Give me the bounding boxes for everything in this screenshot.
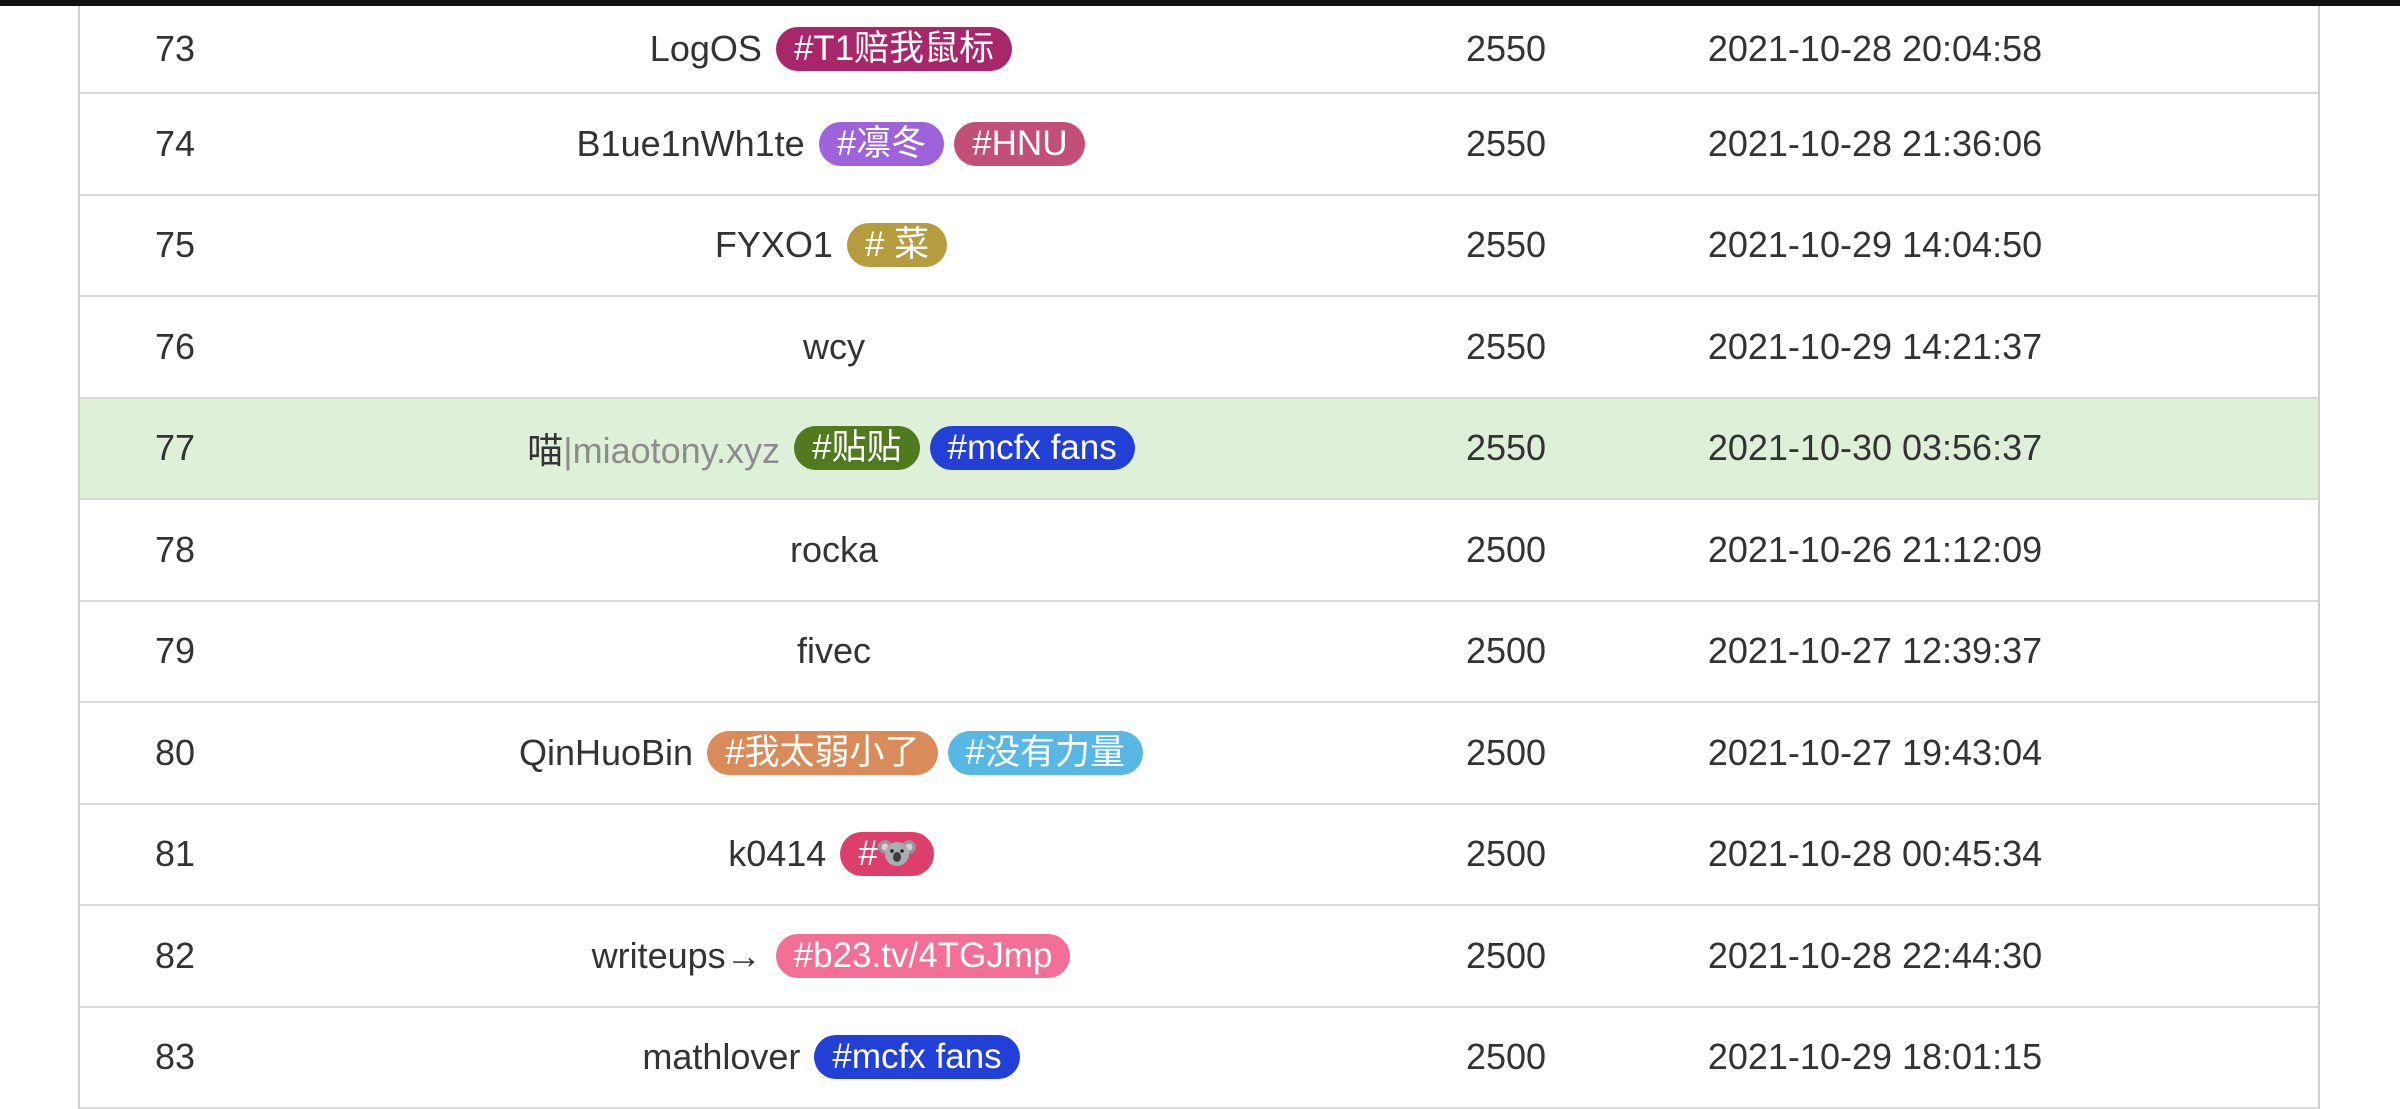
- scoreboard-table: 73 LogOS #T1赔我鼠标 2550 2021-10-28 20:04:5…: [78, 6, 2320, 1109]
- score-cell: 2500: [1398, 630, 1614, 672]
- time-cell: 2021-10-28 22:44:30: [1614, 935, 2136, 977]
- time-cell: 2021-10-26 21:12:09: [1614, 529, 2136, 571]
- time-cell: 2021-10-29 18:01:15: [1614, 1036, 2136, 1078]
- rank-cell: 73: [80, 28, 270, 70]
- rank-cell: 83: [80, 1036, 270, 1078]
- score-cell: 2550: [1398, 427, 1614, 469]
- team-cell: rocka: [270, 529, 1398, 571]
- team-cell: mathlover #mcfx fans: [270, 1035, 1398, 1079]
- time-cell: 2021-10-30 03:56:37: [1614, 427, 2136, 469]
- time-cell: 2021-10-29 14:21:37: [1614, 326, 2136, 368]
- rank-cell: 75: [80, 224, 270, 266]
- table-row: 83 mathlover #mcfx fans 2500 2021-10-29 …: [80, 1008, 2318, 1109]
- table-row: 81 k0414 # 2500 2021-10-28 00:45:34: [80, 805, 2318, 907]
- table-row: 75 FYXO1 # 菜 2550 2021-10-29 14:04:50: [80, 196, 2318, 298]
- team-tag: #没有力量: [948, 731, 1143, 775]
- team-tag: #我太弱小了: [707, 731, 937, 775]
- score-cell: 2500: [1398, 935, 1614, 977]
- team-tag: #T1赔我鼠标: [776, 27, 1012, 71]
- rank-cell: 80: [80, 732, 270, 774]
- time-cell: 2021-10-28 00:45:34: [1614, 833, 2136, 875]
- time-cell: 2021-10-27 12:39:37: [1614, 630, 2136, 672]
- team-cell: B1ue1nWh1te #凛冬 #HNU: [270, 122, 1398, 166]
- team-cell: FYXO1 # 菜: [270, 223, 1398, 267]
- score-cell: 2550: [1398, 224, 1614, 266]
- team-tag: #HNU: [954, 122, 1085, 166]
- team-tag: # 菜: [847, 223, 947, 267]
- score-cell: 2550: [1398, 28, 1614, 70]
- team-name-link[interactable]: FYXO1: [715, 224, 833, 266]
- score-cell: 2500: [1398, 833, 1614, 875]
- team-name-link[interactable]: 喵|miaotony.xyz: [527, 422, 780, 474]
- time-cell: 2021-10-29 14:04:50: [1614, 224, 2136, 266]
- table-row: 80 QinHuoBin #我太弱小了 #没有力量 2500 2021-10-2…: [80, 703, 2318, 805]
- team-tag-text: #: [858, 834, 877, 873]
- rank-cell: 77: [80, 427, 270, 469]
- score-cell: 2500: [1398, 732, 1614, 774]
- score-cell: 2500: [1398, 529, 1614, 571]
- table-row: 79 fivec 2500 2021-10-27 12:39:37: [80, 602, 2318, 704]
- time-cell: 2021-10-28 21:36:06: [1614, 123, 2136, 165]
- table-row: 82 writeups→ #b23.tv/4TGJmp 2500 2021-10…: [80, 906, 2318, 1008]
- team-tag: #mcfx fans: [930, 426, 1135, 470]
- team-name-suffix: |miaotony.xyz: [563, 430, 780, 471]
- team-name-link[interactable]: fivec: [797, 630, 871, 672]
- score-cell: 2550: [1398, 123, 1614, 165]
- score-cell: 2500: [1398, 1036, 1614, 1078]
- team-name-link[interactable]: mathlover: [642, 1036, 800, 1078]
- team-name-link[interactable]: QinHuoBin: [519, 732, 693, 774]
- team-cell: wcy: [270, 326, 1398, 368]
- table-row: 74 B1ue1nWh1te #凛冬 #HNU 2550 2021-10-28 …: [80, 94, 2318, 196]
- rank-cell: 78: [80, 529, 270, 571]
- team-name-link[interactable]: writeups→: [592, 935, 762, 977]
- team-tag: #mcfx fans: [814, 1035, 1019, 1079]
- team-tag: #贴贴: [794, 426, 919, 470]
- team-name-link[interactable]: B1ue1nWh1te: [577, 123, 805, 165]
- rank-cell: 82: [80, 935, 270, 977]
- time-cell: 2021-10-28 20:04:58: [1614, 28, 2136, 70]
- team-name-link[interactable]: rocka: [790, 529, 878, 571]
- team-cell: k0414 #: [270, 832, 1398, 876]
- team-tag: #b23.tv/4TGJmp: [776, 934, 1071, 978]
- team-cell: QinHuoBin #我太弱小了 #没有力量: [270, 731, 1398, 775]
- team-cell: writeups→ #b23.tv/4TGJmp: [270, 934, 1398, 978]
- team-name-text: 喵: [527, 430, 563, 471]
- score-cell: 2550: [1398, 326, 1614, 368]
- rank-cell: 76: [80, 326, 270, 368]
- team-tag: #: [840, 832, 933, 876]
- table-row-current-user: 77 喵|miaotony.xyz #贴贴 #mcfx fans 2550 20…: [80, 399, 2318, 501]
- team-name-link[interactable]: k0414: [728, 833, 826, 875]
- team-cell: 喵|miaotony.xyz #贴贴 #mcfx fans: [270, 422, 1398, 474]
- rank-cell: 74: [80, 123, 270, 165]
- koala-icon: [878, 837, 916, 869]
- table-row: 78 rocka 2500 2021-10-26 21:12:09: [80, 500, 2318, 602]
- table-row: 73 LogOS #T1赔我鼠标 2550 2021-10-28 20:04:5…: [80, 6, 2318, 94]
- time-cell: 2021-10-27 19:43:04: [1614, 732, 2136, 774]
- team-cell: LogOS #T1赔我鼠标: [270, 27, 1398, 71]
- team-tag: #凛冬: [819, 122, 944, 166]
- team-name-link[interactable]: LogOS: [650, 28, 762, 70]
- rank-cell: 79: [80, 630, 270, 672]
- team-cell: fivec: [270, 630, 1398, 672]
- table-row: 76 wcy 2550 2021-10-29 14:21:37: [80, 297, 2318, 399]
- rank-cell: 81: [80, 833, 270, 875]
- team-name-link[interactable]: wcy: [803, 326, 865, 368]
